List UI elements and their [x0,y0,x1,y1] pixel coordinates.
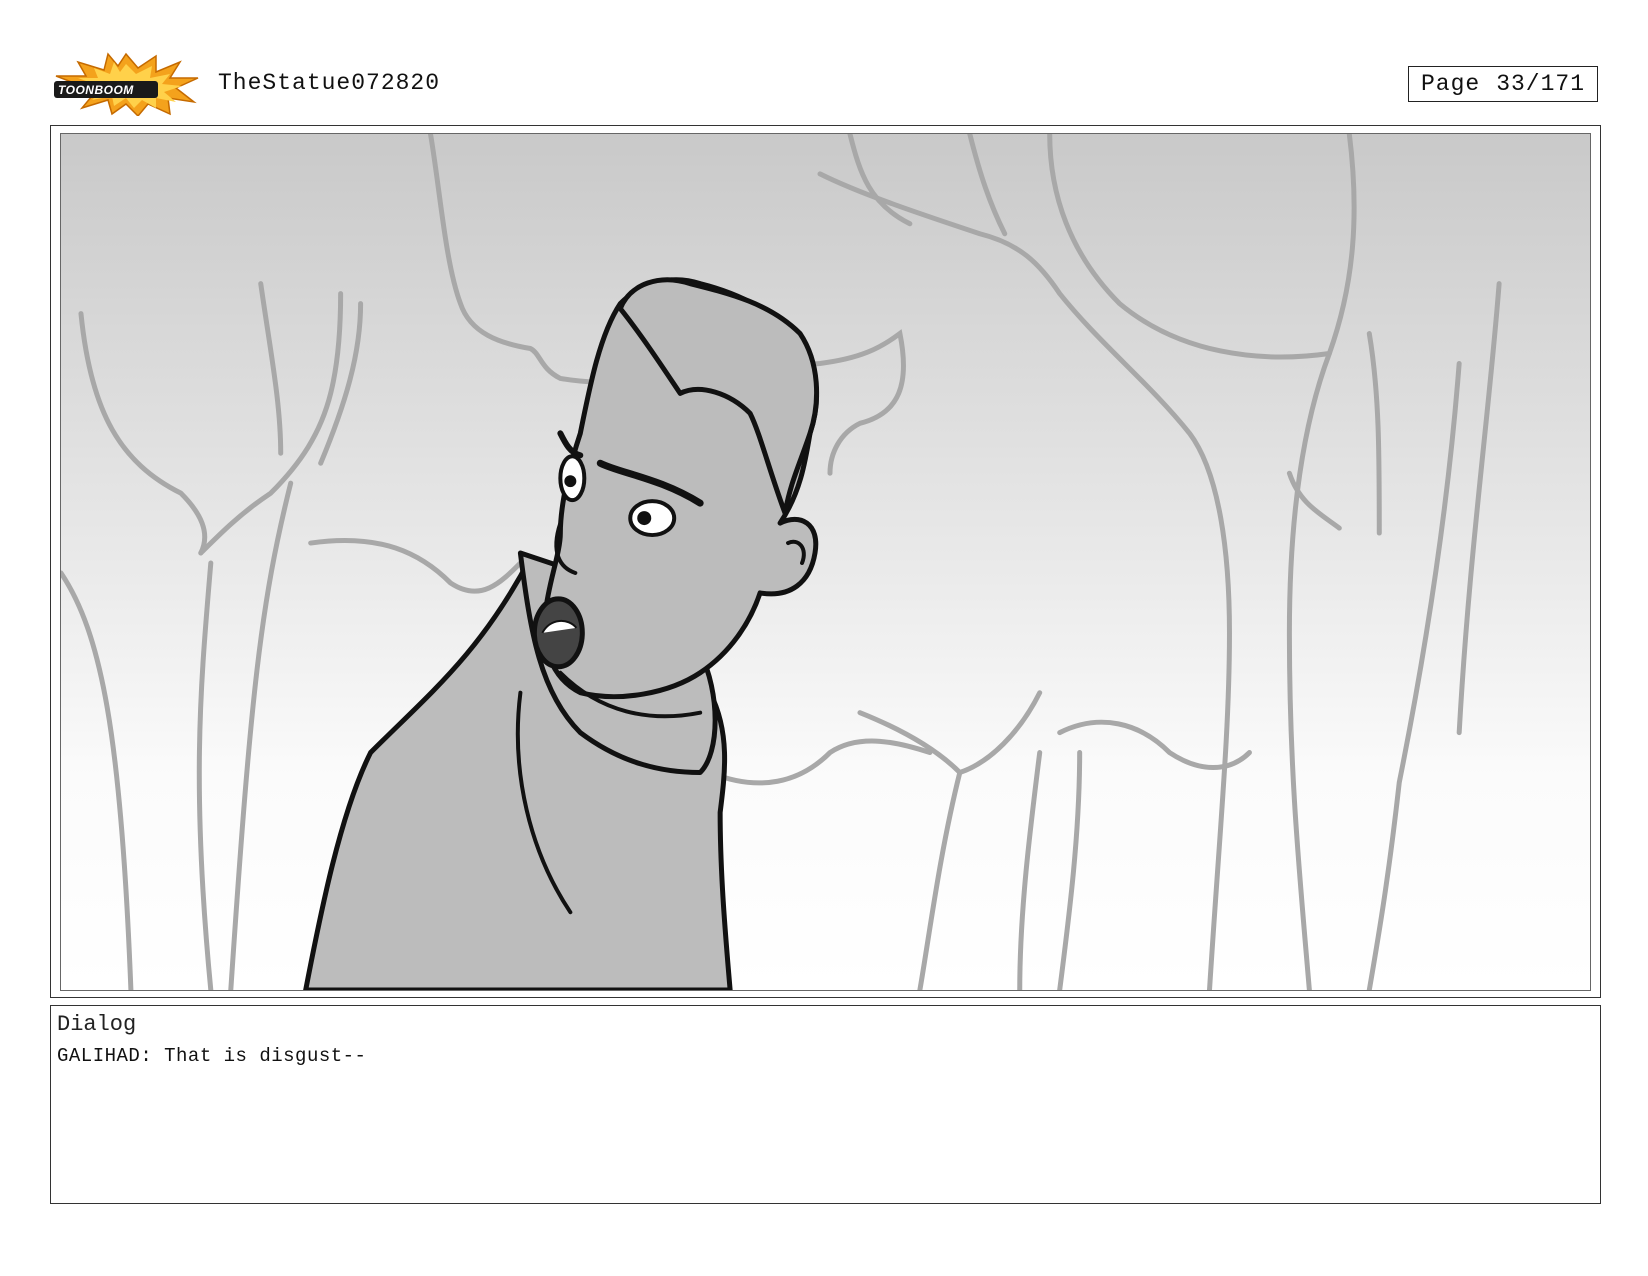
toonboom-logo: TOONBOOM [52,52,200,116]
storyboard-sketch-icon [61,134,1590,990]
dialog-label: Dialog [57,1012,137,1037]
project-title: TheStatue072820 [218,70,441,96]
page-label: Page [1420,71,1481,97]
dialog-text: GALIHAD: That is disgust-- [57,1045,367,1067]
panel-image [60,133,1591,991]
logo-text: TOONBOOM [58,83,134,97]
page-number: 33/171 [1496,71,1586,97]
page-indicator: Page 33/171 [1408,66,1598,102]
dialog-box: Dialog GALIHAD: That is disgust-- [50,1005,1601,1204]
